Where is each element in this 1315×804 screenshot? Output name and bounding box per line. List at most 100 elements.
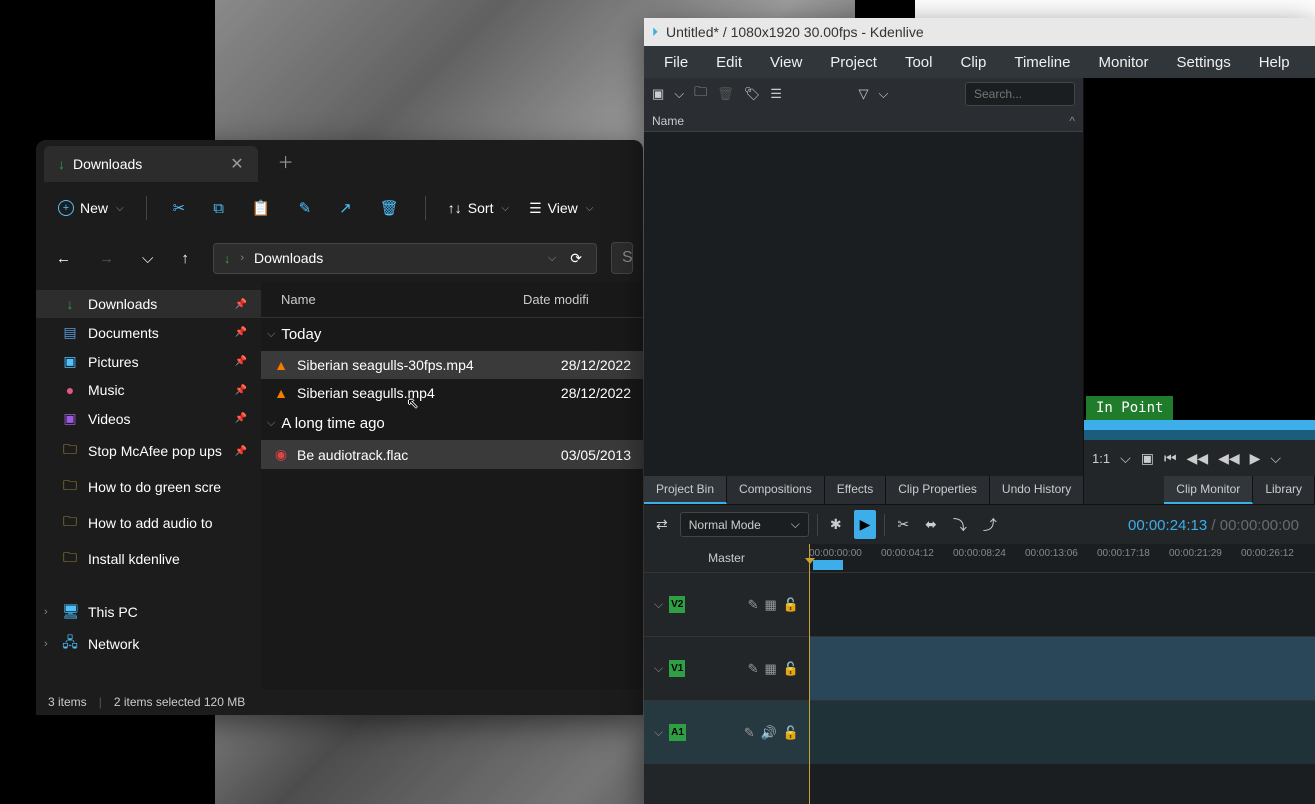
search-input[interactable]: S <box>611 242 633 274</box>
sidebar-item-music[interactable]: ●Music📌 <box>36 376 261 404</box>
menu-monitor[interactable]: Monitor <box>1084 48 1162 77</box>
menu-timeline[interactable]: Timeline <box>1000 48 1084 77</box>
spacer-icon[interactable]: ⬌ <box>921 512 941 537</box>
track-header-v1[interactable]: ⌵ V1 ✎ ▦ 🔓 <box>644 636 809 700</box>
mute-icon[interactable]: ▦ <box>765 661 777 677</box>
chevron-down-icon[interactable]: ⌵ <box>654 725 663 740</box>
sidebar-item-network[interactable]: ›🖧Network <box>36 626 261 662</box>
breadcrumb[interactable]: ↓ › Downloads ⌵ ⟳ <box>213 243 597 274</box>
chevron-down-icon[interactable]: ⌵ <box>1270 450 1281 467</box>
file-group-today[interactable]: ⌵Today <box>261 318 643 351</box>
bin-column-header[interactable]: Name ^ <box>644 110 1083 132</box>
file-row[interactable]: ▲Siberian seagulls.mp428/12/2022 <box>261 379 643 407</box>
insert-icon[interactable]: ⤵ <box>949 511 971 539</box>
kdenlive-titlebar[interactable]: ⏵ Untitled* / 1080x1920 30.00fps - Kdenl… <box>644 18 1315 46</box>
menu-help[interactable]: Help <box>1245 48 1304 77</box>
track-row-v2[interactable] <box>809 572 1315 636</box>
timeline-timecode[interactable]: 00:00:24:13 / 00:00:00:00 <box>1128 516 1299 534</box>
sort-icon[interactable]: ^ <box>1069 114 1075 128</box>
menu-project[interactable]: Project <box>816 48 891 77</box>
sidebar-item-folder[interactable]: 🗀Stop McAfee pop ups📌 <box>36 433 261 469</box>
chevron-down-icon[interactable]: ⌵ <box>879 86 889 102</box>
compositing-icon[interactable]: ✱ <box>826 512 846 537</box>
copy-icon[interactable]: ⧉ <box>201 194 236 223</box>
new-tab-button[interactable]: ＋ <box>278 149 294 173</box>
bin-content-area[interactable] <box>644 132 1083 476</box>
menu-icon[interactable]: ☰ <box>770 86 782 102</box>
bin-search-input[interactable] <box>965 82 1075 106</box>
track-header-a1[interactable]: ⌵ A1 ✎ 🔊 🔓 <box>644 700 809 764</box>
chevron-right-icon[interactable]: › <box>44 606 48 618</box>
track-settings-icon[interactable]: ⇄ <box>652 512 672 537</box>
select-tool-icon[interactable]: ▶ <box>854 510 877 539</box>
track-row-v1[interactable] <box>809 636 1315 700</box>
folder-icon[interactable]: 🗀 <box>694 83 707 105</box>
sidebar-item-downloads[interactable]: ↓Downloads📌 <box>36 290 261 318</box>
sidebar-item-documents[interactable]: ▤Documents📌 <box>36 318 261 347</box>
chevron-down-icon[interactable]: ⌵ <box>654 597 663 612</box>
zone-icon[interactable]: ▣ <box>1141 450 1154 467</box>
sidebar-item-pictures[interactable]: ▣Pictures📌 <box>36 347 261 376</box>
track-header-v2[interactable]: ⌵ V2 ✎ ▦ 🔓 <box>644 572 809 636</box>
chevron-down-icon[interactable]: ⌵ <box>548 252 556 265</box>
tag-icon[interactable]: 🏷 <box>744 86 761 102</box>
chevron-down-icon[interactable]: ⌵ <box>654 661 663 676</box>
menu-tool[interactable]: Tool <box>891 48 947 77</box>
tab-clip-properties[interactable]: Clip Properties <box>886 476 990 504</box>
refresh-icon[interactable]: ⟳ <box>566 250 586 267</box>
timeline-ruler[interactable]: 00:00:00:00 00:00:04:12 00:00:08:24 00:0… <box>809 544 1315 572</box>
chevron-right-icon[interactable]: › <box>44 638 48 650</box>
tab-library[interactable]: Library <box>1253 476 1315 504</box>
column-date[interactable]: Date modifi <box>523 292 623 307</box>
lock-icon[interactable]: 🔓 <box>783 661 799 677</box>
delete-icon[interactable]: 🗑 <box>368 193 411 223</box>
timeline-tracks-body[interactable]: 00:00:00:00 00:00:04:12 00:00:08:24 00:0… <box>809 544 1315 804</box>
file-row[interactable]: ▲Siberian seagulls-30fps.mp428/12/2022 <box>261 351 643 379</box>
rewind-icon[interactable]: ◀◀ <box>1218 450 1240 467</box>
chevron-down-icon[interactable]: ⌵ <box>132 244 163 273</box>
monitor-ruler[interactable] <box>1084 420 1315 440</box>
sidebar-item-this-pc[interactable]: ›🖥This PC <box>36 597 261 626</box>
sidebar-item-videos[interactable]: ▣Videos📌 <box>36 404 261 433</box>
timeline-playhead[interactable] <box>809 544 810 804</box>
effects-icon[interactable]: ✎ <box>748 597 759 613</box>
monitor-viewport[interactable] <box>1084 78 1315 396</box>
razor-icon[interactable]: ✂ <box>893 512 913 537</box>
file-list-header[interactable]: Name Date modifi <box>261 282 643 318</box>
sort-button[interactable]: ↑↓ Sort ⌵ <box>440 196 517 220</box>
frame-back-icon[interactable]: ◀◀ <box>1187 450 1209 467</box>
play-icon[interactable]: ▶ <box>1250 450 1261 467</box>
view-button[interactable]: ☰ View ⌵ <box>521 196 601 221</box>
tab-undo-history[interactable]: Undo History <box>990 476 1084 504</box>
mute-audio-icon[interactable]: 🔊 <box>761 725 777 741</box>
skip-start-icon[interactable]: ⏮ <box>1164 450 1177 467</box>
filter-icon[interactable]: ▽ <box>859 86 869 102</box>
chevron-down-icon[interactable]: ⌵ <box>674 86 684 102</box>
cut-icon[interactable]: ✂ <box>161 193 198 223</box>
timeline-zone[interactable] <box>813 560 843 570</box>
chevron-down-icon[interactable]: ⌵ <box>1120 450 1131 467</box>
rename-icon[interactable]: ✎ <box>287 193 324 223</box>
column-name[interactable]: Name <box>281 292 523 307</box>
effects-icon[interactable]: ✎ <box>744 725 755 741</box>
up-button[interactable]: ↑ <box>171 244 199 273</box>
effects-icon[interactable]: ✎ <box>748 661 759 677</box>
close-tab-icon[interactable]: ✕ <box>230 154 243 174</box>
sidebar-item-folder[interactable]: 🗀How to do green scre <box>36 469 261 505</box>
explorer-tab-downloads[interactable]: ↓ Downloads ✕ <box>44 146 258 182</box>
explorer-titlebar[interactable]: ↓ Downloads ✕ ＋ <box>36 140 643 182</box>
back-button[interactable]: ← <box>46 244 81 273</box>
new-button[interactable]: + New ⌵ <box>50 196 132 220</box>
lock-icon[interactable]: 🔓 <box>783 597 799 613</box>
overwrite-icon[interactable]: ⤴ <box>979 511 1001 539</box>
menu-file[interactable]: File <box>650 48 702 77</box>
menu-view[interactable]: View <box>756 48 816 77</box>
sidebar-item-folder[interactable]: 🗀How to add audio to <box>36 505 261 541</box>
file-row[interactable]: ◉Be audiotrack.flac03/05/2013 <box>261 440 643 469</box>
zoom-level[interactable]: 1:1 <box>1092 451 1110 466</box>
menu-settings[interactable]: Settings <box>1163 48 1245 77</box>
tab-effects[interactable]: Effects <box>825 476 886 504</box>
tab-clip-monitor[interactable]: Clip Monitor <box>1164 476 1253 504</box>
add-clip-icon[interactable]: ▣ <box>652 86 664 102</box>
menu-edit[interactable]: Edit <box>702 48 756 77</box>
